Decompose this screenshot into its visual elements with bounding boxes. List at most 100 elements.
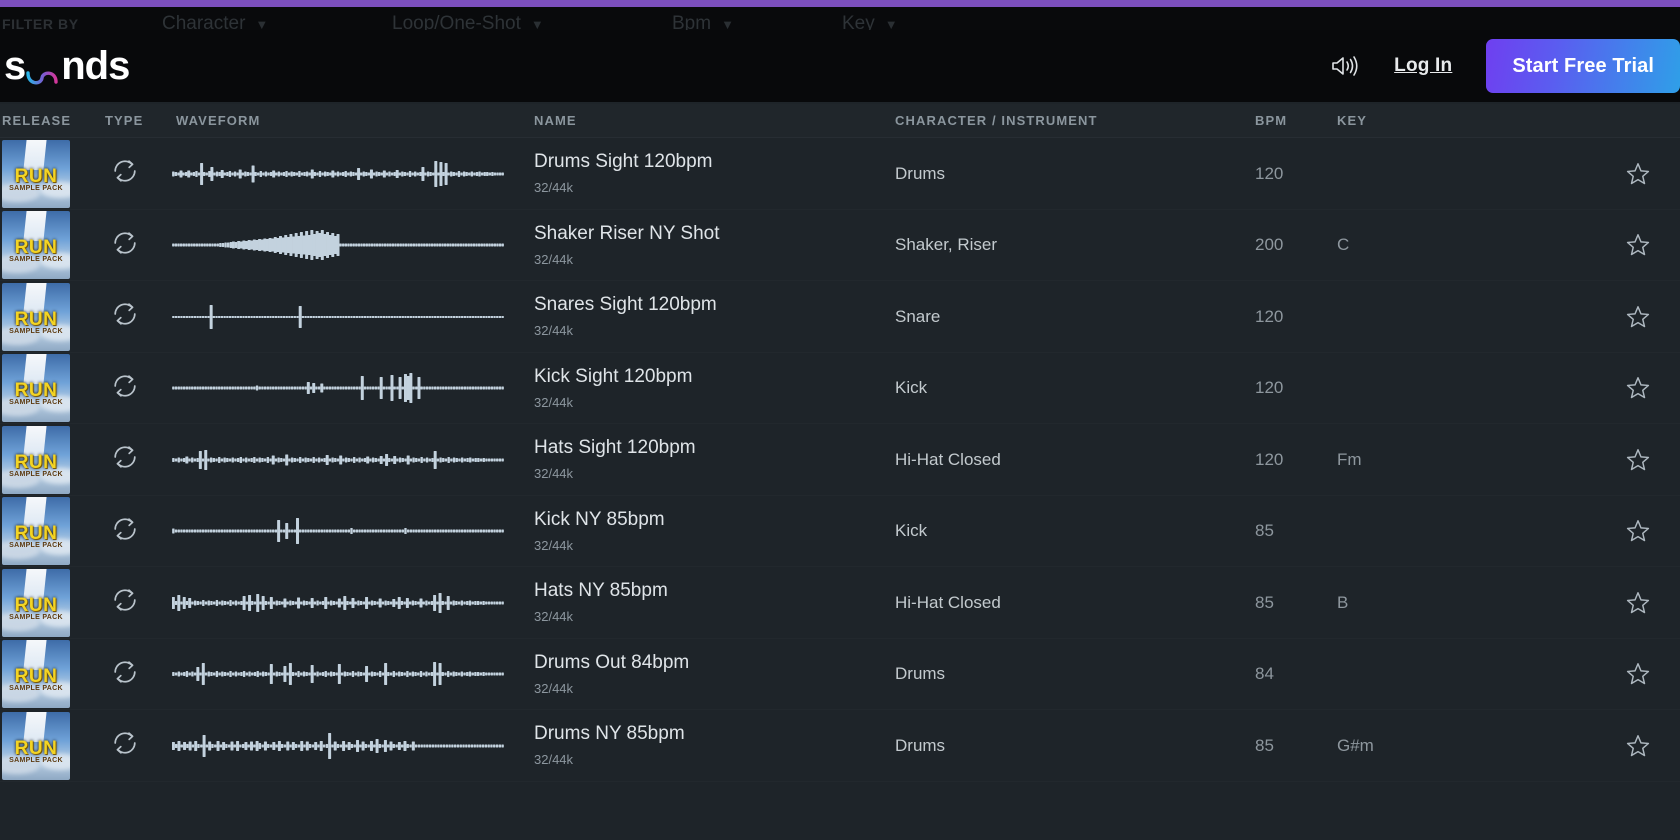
loop-icon[interactable] bbox=[110, 585, 140, 620]
type-cell[interactable] bbox=[105, 138, 145, 210]
name-cell[interactable]: Hats NY 85bpm 32/44k bbox=[534, 567, 874, 639]
album-artwork[interactable]: RUN SAMPLE PACK bbox=[2, 568, 70, 637]
release-artwork-cell[interactable]: RUN SAMPLE PACK bbox=[2, 138, 70, 210]
table-row[interactable]: RUN SAMPLE PACK Hats NY 85bpm 32/44k Hi- bbox=[0, 567, 1680, 639]
loop-icon[interactable] bbox=[110, 514, 140, 549]
album-artwork[interactable]: RUN SAMPLE PACK bbox=[2, 711, 70, 780]
favorite-star-button[interactable] bbox=[1625, 590, 1651, 616]
waveform-graphic[interactable] bbox=[172, 360, 504, 416]
favorite-star-button[interactable] bbox=[1625, 161, 1651, 187]
favorite-cell[interactable] bbox=[1608, 281, 1668, 353]
album-artwork[interactable]: RUN SAMPLE PACK bbox=[2, 640, 70, 709]
table-row[interactable]: RUN SAMPLE PACK Drums NY 85bpm 32/44k Dr bbox=[0, 710, 1680, 782]
waveform-cell[interactable] bbox=[172, 496, 504, 568]
column-header-key: KEY bbox=[1337, 113, 1368, 128]
speaker-volume-icon[interactable] bbox=[1330, 53, 1360, 79]
waveform-graphic[interactable] bbox=[172, 575, 504, 631]
favorite-star-button[interactable] bbox=[1625, 232, 1651, 258]
name-cell[interactable]: Drums Sight 120bpm 32/44k bbox=[534, 138, 874, 210]
waveform-graphic[interactable] bbox=[172, 217, 504, 273]
table-row[interactable]: RUN SAMPLE PACK Snares Sight 120bpm 32/4… bbox=[0, 281, 1680, 353]
waveform-graphic[interactable] bbox=[172, 432, 504, 488]
release-artwork-cell[interactable]: RUN SAMPLE PACK bbox=[2, 710, 70, 782]
name-cell[interactable]: Drums NY 85bpm 32/44k bbox=[534, 710, 874, 782]
type-cell[interactable] bbox=[105, 424, 145, 496]
album-artwork[interactable]: RUN SAMPLE PACK bbox=[2, 282, 70, 351]
type-cell[interactable] bbox=[105, 639, 145, 711]
table-row[interactable]: RUN SAMPLE PACK Hats Sight 120bpm 32/44k bbox=[0, 424, 1680, 496]
favorite-cell[interactable] bbox=[1608, 496, 1668, 568]
album-artwork[interactable]: RUN SAMPLE PACK bbox=[2, 425, 70, 494]
type-cell[interactable] bbox=[105, 567, 145, 639]
type-cell[interactable] bbox=[105, 210, 145, 282]
table-row[interactable]: RUN SAMPLE PACK Kick NY 85bpm 32/44k Kic bbox=[0, 495, 1680, 568]
loop-icon[interactable] bbox=[110, 657, 140, 692]
favorite-cell[interactable] bbox=[1608, 138, 1668, 210]
favorite-star-button[interactable] bbox=[1625, 447, 1651, 473]
type-cell[interactable] bbox=[105, 281, 145, 353]
favorite-star-button[interactable] bbox=[1625, 304, 1651, 330]
favorite-cell[interactable] bbox=[1608, 353, 1668, 425]
favorite-cell[interactable] bbox=[1608, 210, 1668, 282]
release-artwork-cell[interactable]: RUN SAMPLE PACK bbox=[2, 639, 70, 711]
loop-icon[interactable] bbox=[110, 228, 140, 263]
type-cell[interactable] bbox=[105, 353, 145, 425]
table-row[interactable]: RUN SAMPLE PACK Drums Sight 120bpm 32/44… bbox=[0, 138, 1680, 210]
waveform-cell[interactable] bbox=[172, 639, 504, 711]
loop-icon[interactable] bbox=[110, 299, 140, 334]
login-link[interactable]: Log In bbox=[1394, 55, 1452, 77]
release-artwork-cell[interactable]: RUN SAMPLE PACK bbox=[2, 567, 70, 639]
name-cell[interactable]: Kick NY 85bpm 32/44k bbox=[534, 496, 874, 568]
waveform-graphic[interactable] bbox=[172, 503, 504, 559]
album-artwork[interactable]: RUN SAMPLE PACK bbox=[2, 139, 70, 208]
waveform-cell[interactable] bbox=[172, 710, 504, 782]
waveform-cell[interactable] bbox=[172, 567, 504, 639]
waveform-graphic[interactable] bbox=[172, 146, 504, 202]
favorite-star-button[interactable] bbox=[1625, 661, 1651, 687]
waveform-cell[interactable] bbox=[172, 353, 504, 425]
table-row[interactable]: RUN SAMPLE PACK Shaker Riser NY Shot 32/… bbox=[0, 209, 1680, 282]
release-artwork-cell[interactable]: RUN SAMPLE PACK bbox=[2, 353, 70, 425]
type-cell[interactable] bbox=[105, 496, 145, 568]
waveform-cell[interactable] bbox=[172, 210, 504, 282]
favorite-cell[interactable] bbox=[1608, 710, 1668, 782]
release-artwork-cell[interactable]: RUN SAMPLE PACK bbox=[2, 496, 70, 568]
favorite-star-button[interactable] bbox=[1625, 375, 1651, 401]
name-cell[interactable]: Snares Sight 120bpm 32/44k bbox=[534, 281, 874, 353]
track-bpm: 85 bbox=[1255, 592, 1274, 612]
favorite-cell[interactable] bbox=[1608, 424, 1668, 496]
waveform-graphic[interactable] bbox=[172, 718, 504, 774]
album-artwork[interactable]: RUN SAMPLE PACK bbox=[2, 354, 70, 423]
type-cell[interactable] bbox=[105, 710, 145, 782]
release-artwork-cell[interactable]: RUN SAMPLE PACK bbox=[2, 281, 70, 353]
favorite-cell[interactable] bbox=[1608, 639, 1668, 711]
loop-icon[interactable] bbox=[110, 156, 140, 191]
waveform-cell[interactable] bbox=[172, 424, 504, 496]
bpm-cell: 85 bbox=[1255, 710, 1325, 782]
waveform-graphic[interactable] bbox=[172, 646, 504, 702]
table-row[interactable]: RUN SAMPLE PACK Kick Sight 120bpm 32/44k bbox=[0, 352, 1680, 425]
table-row[interactable]: RUN SAMPLE PACK Drums Out 84bpm 32/44k D bbox=[0, 638, 1680, 711]
track-name: Hats NY 85bpm bbox=[534, 580, 668, 602]
favorite-star-button[interactable] bbox=[1625, 518, 1651, 544]
waveform-graphic[interactable] bbox=[172, 289, 504, 345]
waveform-cell[interactable] bbox=[172, 138, 504, 210]
loop-icon[interactable] bbox=[110, 371, 140, 406]
name-cell[interactable]: Kick Sight 120bpm 32/44k bbox=[534, 353, 874, 425]
loop-icon[interactable] bbox=[110, 442, 140, 477]
loop-icon[interactable] bbox=[110, 728, 140, 763]
album-artwork[interactable]: RUN SAMPLE PACK bbox=[2, 211, 70, 280]
waveform-cell[interactable] bbox=[172, 281, 504, 353]
name-cell[interactable]: Shaker Riser NY Shot 32/44k bbox=[534, 210, 874, 282]
sounds-logo[interactable]: s nds bbox=[4, 44, 130, 89]
album-artwork[interactable]: RUN SAMPLE PACK bbox=[2, 497, 70, 566]
favorite-cell[interactable] bbox=[1608, 567, 1668, 639]
release-artwork-cell[interactable]: RUN SAMPLE PACK bbox=[2, 424, 70, 496]
track-format: 32/44k bbox=[534, 394, 574, 410]
release-artwork-cell[interactable]: RUN SAMPLE PACK bbox=[2, 210, 70, 282]
name-cell[interactable]: Drums Out 84bpm 32/44k bbox=[534, 639, 874, 711]
favorite-star-button[interactable] bbox=[1625, 733, 1651, 759]
artwork-subtitle: SAMPLE PACK bbox=[9, 399, 63, 407]
start-free-trial-button[interactable]: Start Free Trial bbox=[1486, 39, 1680, 93]
name-cell[interactable]: Hats Sight 120bpm 32/44k bbox=[534, 424, 874, 496]
